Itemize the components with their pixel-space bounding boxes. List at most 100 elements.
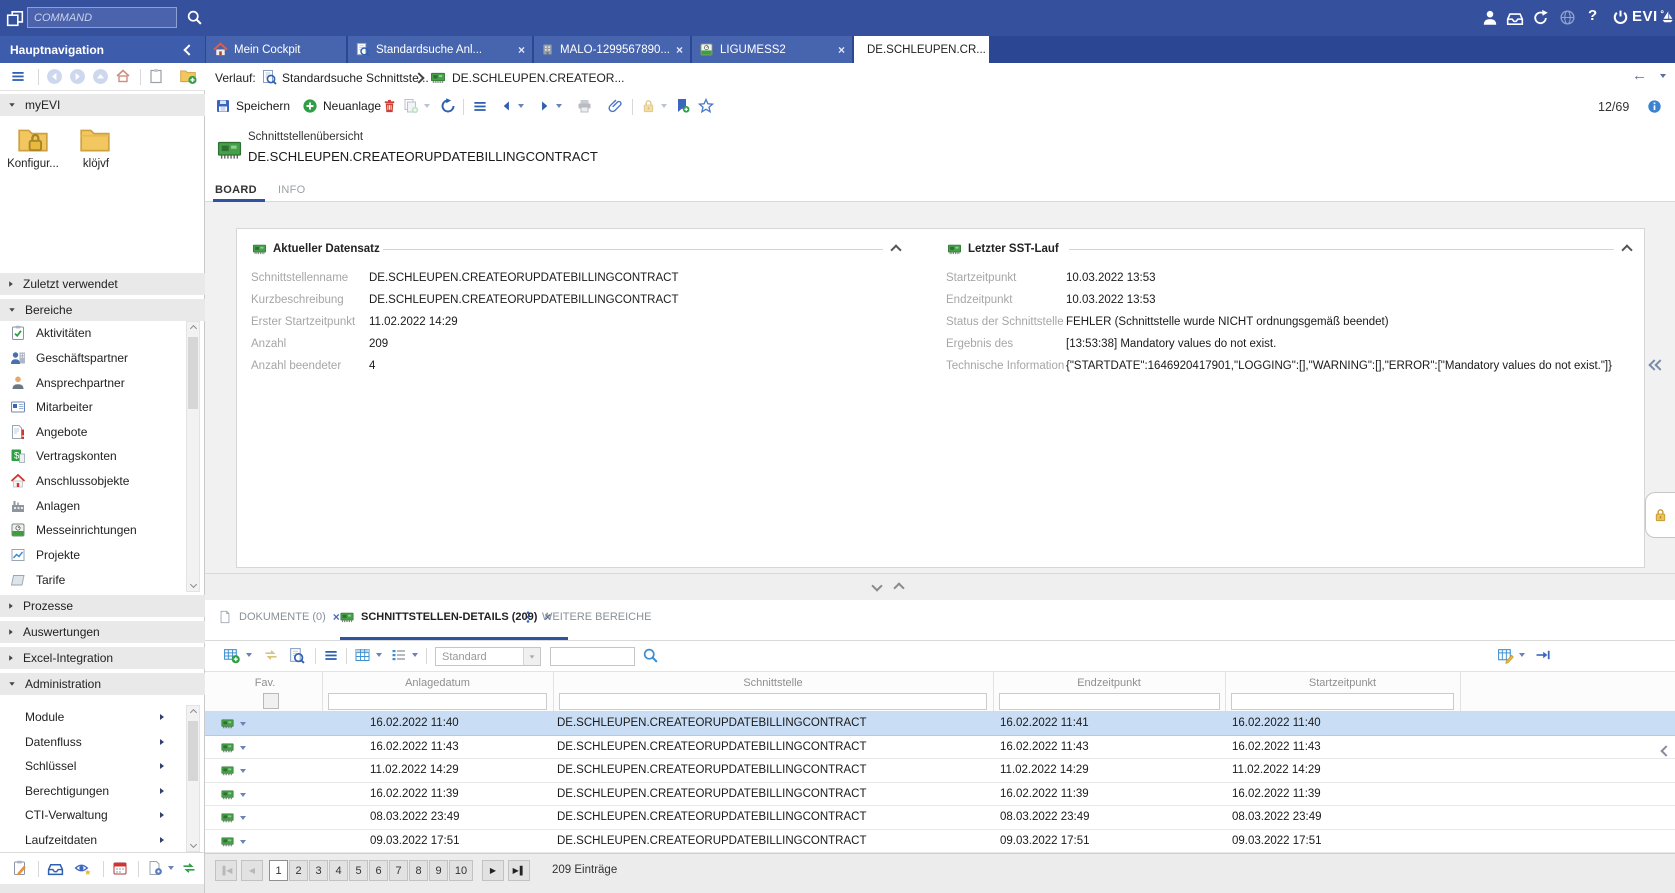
close-icon[interactable]: ×	[838, 43, 845, 57]
sidebar-item-8[interactable]: Messeinrichtungen	[0, 518, 186, 543]
history-dropdown-icon[interactable]	[1660, 74, 1666, 78]
folder-label[interactable]: Konfigur...	[0, 158, 66, 170]
dropdown-icon[interactable]	[661, 104, 667, 108]
add-row-icon[interactable]	[223, 647, 240, 664]
dropdown-icon[interactable]	[1519, 653, 1525, 657]
delete-icon[interactable]	[382, 98, 397, 114]
sidebar-item-3[interactable]: Mitarbeiter	[0, 395, 186, 420]
sidebar-section-auswertungen[interactable]: Auswertungen	[0, 621, 205, 643]
new-folder-icon[interactable]	[179, 67, 197, 85]
app-tab[interactable]: DE.SCHLEUPEN.CR... ×	[854, 36, 989, 63]
sidebar-admin-item-5[interactable]: Laufzeitdaten	[0, 828, 186, 853]
table-view-icon[interactable]	[354, 647, 371, 663]
filter-input-anlagedatum[interactable]	[328, 693, 547, 710]
breadcrumb-item[interactable]: Standardsuche Schnittste...	[282, 71, 429, 85]
row-dropdown-icon[interactable]	[240, 722, 246, 726]
page-button-3[interactable]: 3	[309, 860, 328, 881]
page-button-9[interactable]: 9	[429, 860, 448, 881]
list-menu-icon[interactable]	[472, 99, 488, 114]
filter-input-endzeitpunkt[interactable]	[999, 693, 1220, 710]
attachment-icon[interactable]	[608, 97, 623, 114]
page-button-6[interactable]: 6	[369, 860, 388, 881]
windows-icon[interactable]	[6, 9, 24, 27]
column-divider[interactable]	[553, 672, 554, 711]
collapse-icon[interactable]	[890, 244, 901, 255]
home-icon[interactable]	[115, 68, 131, 84]
column-divider[interactable]	[322, 672, 323, 711]
sync-icon[interactable]	[181, 860, 197, 876]
close-icon[interactable]: ×	[333, 610, 340, 624]
page-button-2[interactable]: 2	[289, 860, 308, 881]
previous-page-button[interactable]: ◀	[241, 860, 263, 881]
next-page-button[interactable]: ▶	[482, 860, 504, 881]
lock-flyout-tab[interactable]	[1645, 492, 1675, 538]
search-doc-icon[interactable]	[288, 647, 305, 664]
help-icon[interactable]: ?	[1588, 7, 1597, 24]
column-divider[interactable]	[1225, 672, 1226, 711]
sidebar-section-prozesse[interactable]: Prozesse	[0, 595, 205, 617]
sidebar-admin-item-0[interactable]: Module	[0, 705, 186, 730]
document-settings-icon[interactable]	[147, 860, 163, 876]
app-tab[interactable]: MALO-1299567890... ×	[534, 36, 690, 63]
row-dropdown-icon[interactable]	[240, 840, 246, 844]
dropdown-icon[interactable]	[412, 653, 418, 657]
table-row[interactable]: 09.03.2022 17:51 DE.SCHLEUPEN.CREATEORUP…	[205, 830, 1675, 854]
sidebar-item-0[interactable]: Aktivitäten	[0, 321, 186, 346]
nav-forward-icon[interactable]	[69, 68, 86, 85]
page-button-1[interactable]: 1	[269, 860, 288, 881]
sidebar-item-6[interactable]: Anschlussobjekte	[0, 469, 186, 494]
row-dropdown-icon[interactable]	[240, 746, 246, 750]
detail-tab-1[interactable]: SCHNITTSTELLEN-DETAILS (209) ×	[340, 610, 551, 624]
sidebar-item-10[interactable]: Tarife	[0, 567, 186, 592]
new-button[interactable]: Neuanlage	[323, 99, 381, 113]
table-row[interactable]: 08.03.2022 23:49 DE.SCHLEUPEN.CREATEORUP…	[205, 806, 1675, 830]
search-icon[interactable]	[642, 647, 659, 664]
refresh-icon[interactable]	[440, 98, 456, 114]
expand-up-icon[interactable]	[893, 582, 904, 593]
sidebar-item-1[interactable]: Geschäftspartner	[0, 346, 186, 371]
close-icon[interactable]: ×	[676, 43, 683, 57]
scrollbar[interactable]	[186, 705, 200, 852]
dropdown-icon[interactable]	[376, 653, 382, 657]
sidebar-item-7[interactable]: Anlagen	[0, 493, 186, 518]
column-divider[interactable]	[993, 672, 994, 711]
filter-input-schnittstelle[interactable]	[559, 693, 987, 710]
first-page-button[interactable]: ▐◀	[215, 860, 237, 881]
table-row[interactable]: 11.02.2022 14:29 DE.SCHLEUPEN.CREATEORUP…	[205, 759, 1675, 783]
table-row[interactable]: 16.02.2022 11:39 DE.SCHLEUPEN.CREATEORUP…	[205, 783, 1675, 807]
last-page-button[interactable]: ▶▌	[508, 860, 530, 881]
sidebar-item-9[interactable]: Projekte	[0, 543, 186, 568]
sidebar-admin-item-4[interactable]: CTI-Verwaltung	[0, 803, 186, 828]
detail-tab-0[interactable]: DOKUMENTE (0) ×	[218, 610, 340, 624]
folder-icon[interactable]	[76, 123, 114, 157]
copy-icon[interactable]	[403, 98, 419, 114]
sidebar-section-zuletzt-verwendet[interactable]: Zuletzt verwendet	[0, 273, 205, 295]
dropdown-icon[interactable]	[246, 653, 252, 657]
sidebar-item-5[interactable]: $ Vertragskonten	[0, 444, 186, 469]
save-button[interactable]: Speichern	[236, 99, 290, 113]
sidebar-item-2[interactable]: Ansprechpartner	[0, 370, 186, 395]
nav-back-icon[interactable]	[46, 68, 63, 85]
sidebar-section-excel-integration[interactable]: Excel-Integration	[0, 647, 205, 669]
fav-checkbox[interactable]	[263, 693, 279, 709]
clipboard-icon[interactable]	[148, 68, 164, 84]
globe-icon[interactable]	[1559, 9, 1576, 26]
new-icon[interactable]	[302, 98, 318, 114]
row-dropdown-icon[interactable]	[240, 793, 246, 797]
app-tab[interactable]: Mein Cockpit	[206, 36, 346, 63]
flyout-expand-icon[interactable]	[1650, 356, 1664, 374]
user-icon[interactable]	[1481, 9, 1499, 27]
export-icon[interactable]	[1497, 647, 1514, 664]
list-view-icon[interactable]	[390, 647, 407, 663]
flyout-expand-icon[interactable]	[1662, 742, 1670, 760]
dropdown-icon[interactable]	[168, 866, 174, 870]
menu-icon[interactable]	[10, 69, 26, 84]
dock-icon[interactable]	[1535, 647, 1551, 663]
tab-board[interactable]: BOARD	[215, 184, 257, 196]
bookmark-icon[interactable]	[674, 97, 690, 114]
scrollbar[interactable]	[186, 321, 200, 592]
column-header-fav[interactable]: Fav.	[235, 677, 295, 689]
column-divider[interactable]	[1460, 672, 1461, 711]
row-dropdown-icon[interactable]	[240, 816, 246, 820]
sidebar-section-bereiche[interactable]: Bereiche	[0, 299, 205, 321]
